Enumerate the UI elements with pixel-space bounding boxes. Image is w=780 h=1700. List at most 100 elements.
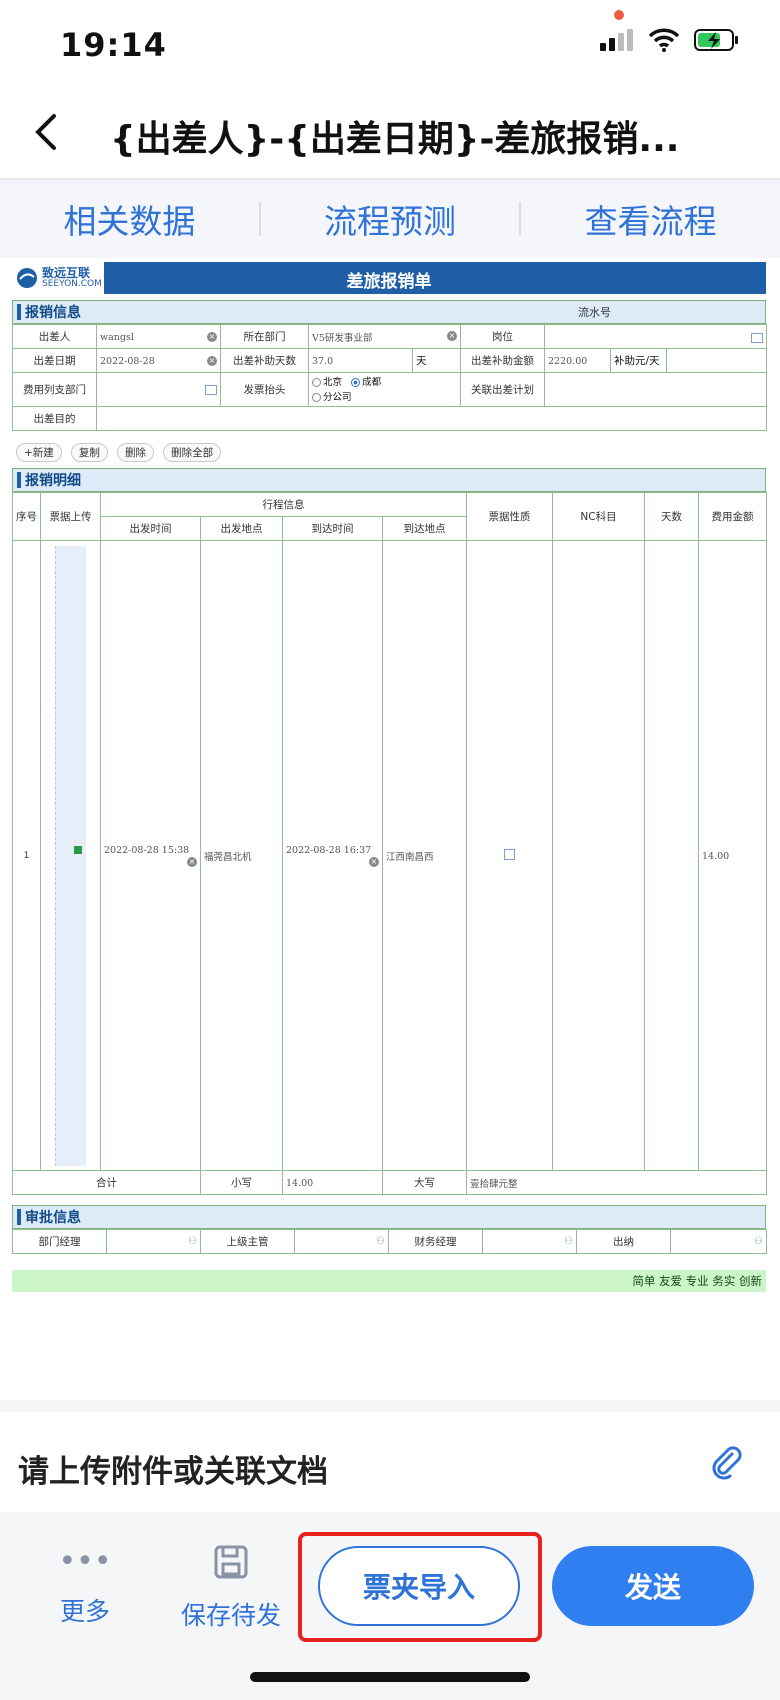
col-upload: 票据上传 bbox=[40, 492, 101, 541]
tab-view-flow[interactable]: 查看流程 bbox=[521, 195, 780, 243]
small-amount-field: 14.00 bbox=[282, 1170, 383, 1195]
days-field[interactable]: 37.0 bbox=[308, 348, 413, 373]
signal-icon bbox=[600, 29, 633, 51]
section-marker bbox=[17, 304, 21, 320]
upload-cell[interactable]: ⌀ bbox=[40, 540, 101, 1171]
more-button[interactable]: ••• 更多 bbox=[50, 1547, 120, 1628]
related-plan-label: 关联出差计划 bbox=[460, 372, 545, 407]
form-banner: 致远互联 SEEYON.COM 差旅报销单 bbox=[12, 262, 766, 294]
home-indicator bbox=[250, 1672, 530, 1682]
ticket-field[interactable] bbox=[466, 540, 553, 1171]
copy-row-button[interactable]: 复制 bbox=[70, 443, 108, 462]
wifi-icon bbox=[648, 28, 680, 52]
related-plan-field[interactable] bbox=[543, 372, 768, 407]
dept-field[interactable]: V5研发事业部 × bbox=[308, 324, 461, 349]
select-icon[interactable] bbox=[504, 848, 515, 860]
delete-all-button[interactable]: 删除全部 bbox=[163, 443, 222, 462]
save-draft-button[interactable]: 保存待发 bbox=[176, 1544, 286, 1632]
image-file-icon[interactable] bbox=[74, 845, 82, 854]
radio-beijing[interactable]: 北京 bbox=[312, 377, 342, 388]
days-unit: 天 bbox=[412, 348, 461, 373]
rate-label: 补助元/天 bbox=[610, 348, 667, 373]
tab-flow-predict[interactable]: 流程预测 bbox=[261, 195, 520, 243]
depart-place-field[interactable]: 福莞昌北机 bbox=[200, 540, 283, 1171]
person-icon[interactable]: ⚇ bbox=[376, 1236, 385, 1247]
col-fee: 费用金额 bbox=[698, 492, 767, 541]
depart-time-field[interactable]: 2022-08-28 15:38 × bbox=[100, 540, 201, 1171]
person-icon[interactable]: ⚇ bbox=[754, 1236, 763, 1247]
radio-chengdu-label: 成都 bbox=[362, 376, 382, 388]
dept-picker-icon[interactable] bbox=[205, 384, 217, 395]
date-value: 2022-08-28 bbox=[100, 355, 155, 367]
clear-icon[interactable]: × bbox=[207, 355, 217, 366]
superior-field[interactable]: ⚇ bbox=[294, 1229, 389, 1254]
section-expense-detail: 报销明细 bbox=[12, 468, 766, 492]
import-from-wallet-button[interactable]: 票夹导入 bbox=[318, 1546, 520, 1626]
clear-icon[interactable]: × bbox=[369, 857, 379, 867]
expense-dept-label: 费用列支部门 bbox=[12, 372, 97, 407]
clear-icon[interactable]: × bbox=[447, 330, 457, 341]
superior-label: 上级主管 bbox=[200, 1229, 295, 1254]
select-icon[interactable] bbox=[751, 332, 764, 343]
tab-related-data[interactable]: 相关数据 bbox=[0, 195, 259, 243]
big-amount-label: 大写 bbox=[382, 1170, 467, 1195]
serial-label: 流水号 bbox=[578, 306, 611, 319]
delete-row-button[interactable]: 删除 bbox=[117, 443, 154, 462]
save-icon bbox=[214, 1545, 248, 1579]
post-field[interactable] bbox=[543, 324, 768, 349]
status-time: 19:14 bbox=[60, 26, 167, 64]
expense-form: 致远互联 SEEYON.COM 差旅报销单 报销信息 流水号 出差人 wangs… bbox=[12, 262, 768, 1312]
date-label: 出差日期 bbox=[12, 348, 97, 373]
dept-manager-label: 部门经理 bbox=[12, 1229, 107, 1254]
cashier-field[interactable]: ⚇ bbox=[670, 1229, 767, 1254]
new-row-button[interactable]: +新建 bbox=[16, 443, 62, 462]
dept-value: V5研发事业部 bbox=[312, 332, 373, 344]
arrive-time-field[interactable]: 2022-08-28 16:37 × bbox=[282, 540, 383, 1171]
battery-icon bbox=[694, 29, 738, 51]
clear-icon[interactable]: × bbox=[187, 857, 197, 867]
col-depart-place: 出发地点 bbox=[200, 516, 283, 541]
row-no: 1 bbox=[12, 540, 41, 1171]
days-value: 37.0 bbox=[312, 355, 334, 367]
person-icon[interactable]: ⚇ bbox=[564, 1236, 573, 1247]
date-field[interactable]: 2022-08-28 × bbox=[96, 348, 221, 373]
section-approval: 审批信息 bbox=[12, 1205, 766, 1229]
page-title: {出差人}-{出差日期}-差旅报销... bbox=[110, 119, 680, 160]
navigation-bar: {出差人}-{出差日期}-差旅报销... bbox=[0, 90, 780, 180]
person-icon[interactable]: ⚇ bbox=[188, 1236, 197, 1247]
back-icon[interactable] bbox=[26, 110, 70, 154]
rate-field[interactable] bbox=[665, 348, 768, 373]
section-marker bbox=[17, 1209, 21, 1225]
days-label: 出差补助天数 bbox=[220, 348, 309, 373]
clear-icon[interactable]: × bbox=[207, 331, 217, 342]
radio-chengdu[interactable]: 成都 bbox=[351, 377, 381, 388]
invoice-title-label: 发票抬头 bbox=[220, 372, 309, 407]
attachment-row[interactable]: 请上传附件或关联文档 bbox=[0, 1400, 780, 1524]
radio-icon bbox=[312, 377, 321, 387]
col-depart-time: 出发时间 bbox=[100, 516, 201, 541]
nc-field[interactable] bbox=[552, 540, 645, 1171]
depart-time-value: 2022-08-28 15:38 bbox=[104, 845, 190, 856]
send-button[interactable]: 发送 bbox=[552, 1546, 754, 1626]
paperclip-icon[interactable] bbox=[708, 1444, 744, 1480]
radio-branch[interactable]: 分公司 bbox=[312, 392, 352, 403]
depart-place-value: 福莞昌北机 bbox=[204, 851, 252, 863]
section-title: 报销明细 bbox=[25, 473, 81, 489]
days-cell[interactable] bbox=[644, 540, 699, 1171]
expense-dept-field[interactable] bbox=[96, 372, 221, 407]
finance-manager-label: 财务经理 bbox=[388, 1229, 483, 1254]
col-arrive-time: 到达时间 bbox=[282, 516, 383, 541]
dept-label: 所在部门 bbox=[220, 324, 309, 349]
amount-field[interactable]: 2220.00 bbox=[544, 348, 611, 373]
col-nc: NC科目 bbox=[552, 492, 645, 541]
col-no: 序号 bbox=[12, 492, 41, 541]
upload-area[interactable]: ⌀ bbox=[55, 545, 86, 1166]
arrive-place-field[interactable]: 江西南昌西 bbox=[382, 540, 467, 1171]
traveler-field[interactable]: wangsl × bbox=[96, 324, 221, 349]
radio-icon bbox=[312, 392, 321, 402]
purpose-field[interactable] bbox=[95, 406, 768, 431]
fee-field[interactable]: 14.00 bbox=[698, 540, 767, 1171]
dept-manager-field[interactable]: ⚇ bbox=[106, 1229, 201, 1254]
small-amount-value: 14.00 bbox=[286, 1177, 314, 1189]
finance-manager-field[interactable]: ⚇ bbox=[482, 1229, 577, 1254]
